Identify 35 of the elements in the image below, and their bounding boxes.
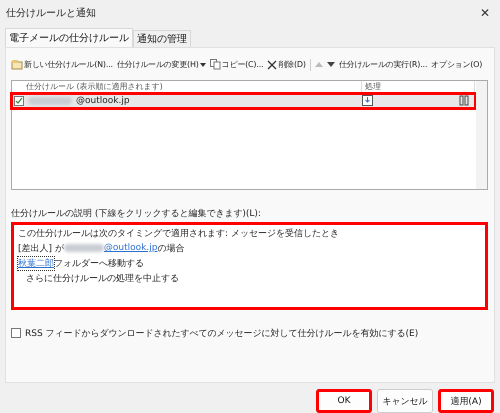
change-rule-button[interactable]: 仕分けルールの変更(H) xyxy=(116,59,206,70)
description-label: 仕分けルールの説明 (下線をクリックすると編集できます)(L): xyxy=(11,208,262,220)
delete-icon xyxy=(267,60,278,70)
description-link[interactable]: @outlook.jp xyxy=(104,243,158,254)
description-text: さらに仕分けルールの処理を中止する xyxy=(25,272,179,285)
copy-icon xyxy=(210,59,221,70)
scrollbar[interactable] xyxy=(476,80,487,189)
dialog-button[interactable]: 適用(A) xyxy=(438,389,494,413)
tab[interactable]: 通知の管理 xyxy=(133,30,191,47)
rule-row[interactable]: @outlook.jp xyxy=(12,94,475,108)
caret-icon xyxy=(200,62,206,67)
description-text: フォルダーへ移動する xyxy=(54,258,144,270)
move-to-folder-icon xyxy=(362,95,373,106)
dialog-button[interactable]: キャンセル xyxy=(377,389,433,413)
tab[interactable]: 電子メールの仕分けルール xyxy=(5,28,133,47)
checkbox-label: RSS フィードからダウンロードされたすべてのメッセージに対して仕分けルールを有効にする(E) xyxy=(25,328,418,340)
blurred-text xyxy=(28,96,72,105)
move-down-icon[interactable] xyxy=(326,62,335,68)
toolbar-button[interactable]: オプション(O) xyxy=(431,59,482,70)
description-text: [差出人] が xyxy=(18,242,64,255)
delete-button[interactable]: 削除(D) xyxy=(267,59,306,70)
close-button[interactable]: ✕ xyxy=(478,6,492,20)
new-rule-button[interactable]: 新しい仕分けルール(N)... xyxy=(11,59,113,70)
blurred-text xyxy=(64,244,104,252)
stop-rule-icon xyxy=(459,95,469,106)
dialog-button[interactable]: OK xyxy=(316,389,372,413)
copy-button[interactable]: コピー(C)... xyxy=(210,59,264,70)
description-link[interactable]: 秋葉二郎 xyxy=(18,256,54,270)
description-text: この仕分けルールは次のタイミングで適用されます: メッセージを受信したとき xyxy=(18,228,339,240)
description-text: の場合 xyxy=(157,242,184,255)
toolbar-button[interactable]: 仕分けルールの実行(R)... xyxy=(338,59,428,70)
checkbox[interactable] xyxy=(14,96,24,106)
window-title: 仕分けルールと通知 xyxy=(6,6,96,20)
rule-name: @outlook.jp xyxy=(76,96,131,106)
checkbox[interactable] xyxy=(11,328,21,338)
